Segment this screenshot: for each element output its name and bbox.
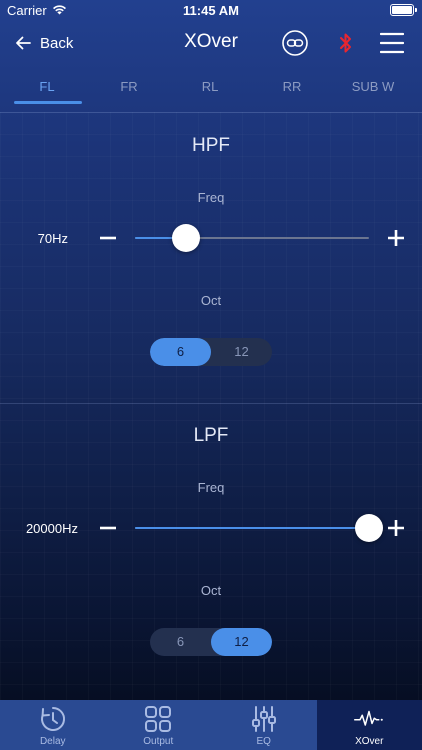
link-channels-button[interactable] <box>280 28 310 58</box>
lpf-freq-label: Freq <box>197 480 225 495</box>
lpf-slider-thumb[interactable] <box>355 514 383 542</box>
hpf-freq-label: Freq <box>197 190 225 205</box>
lpf-oct-option-6[interactable]: 6 <box>150 628 211 656</box>
hpf-oct-selector: 6 12 <box>150 338 272 366</box>
clock-time: 11:45 AM <box>183 3 239 18</box>
lpf-oct-label: Oct <box>200 583 222 598</box>
hpf-oct-option-12[interactable]: 12 <box>211 338 272 366</box>
lpf-freq-value: 20000Hz <box>25 521 78 536</box>
tabbar-xover-label: XOver <box>355 736 384 747</box>
arrow-left-icon <box>16 36 31 50</box>
tabbar-output-label: Output <box>143 736 174 747</box>
bottom-tab-bar: Delay Output EQ XOver <box>0 700 422 750</box>
back-label: Back <box>40 34 74 52</box>
menu-button[interactable] <box>377 28 407 58</box>
plus-icon <box>388 230 404 246</box>
sliders-icon <box>251 706 276 732</box>
hpf-freq-value: 70Hz <box>37 231 68 246</box>
tab-rl[interactable]: RL <box>169 72 251 102</box>
lpf-oct-option-12[interactable]: 12 <box>211 628 272 656</box>
channel-tabs: FL FR RL RR SUB W <box>0 72 422 112</box>
lpf-decrease-button[interactable] <box>95 515 121 541</box>
lpf-increase-button[interactable] <box>383 515 409 541</box>
hpf-oct-option-6[interactable]: 6 <box>150 338 211 366</box>
tabs-divider <box>0 112 422 113</box>
bluetooth-icon <box>340 33 351 53</box>
tab-sub-w[interactable]: SUB W <box>332 72 414 102</box>
hamburger-menu-icon <box>380 32 404 54</box>
minus-icon <box>100 526 116 530</box>
hpf-title: HPF <box>192 135 230 156</box>
back-button[interactable]: Back <box>14 31 73 55</box>
clock-icon <box>40 706 65 731</box>
minus-icon <box>100 236 116 240</box>
tab-fl[interactable]: FL <box>6 72 88 102</box>
lpf-freq-slider[interactable] <box>135 514 383 542</box>
tabbar-delay-label: Delay <box>39 736 66 747</box>
tab-fr[interactable]: FR <box>88 72 170 102</box>
bluetooth-button[interactable] <box>331 28 361 58</box>
lpf-slider-fill <box>135 527 369 529</box>
hpf-slider-thumb[interactable] <box>172 224 200 252</box>
tab-rr[interactable]: RR <box>251 72 333 102</box>
hpf-decrease-button[interactable] <box>95 225 121 251</box>
plus-icon <box>388 520 404 536</box>
lpf-title: LPF <box>193 425 229 446</box>
tabbar-delay[interactable]: Delay <box>0 700 106 750</box>
tabbar-eq-label: EQ <box>256 736 271 747</box>
grid-icon <box>145 706 172 732</box>
hpf-increase-button[interactable] <box>383 225 409 251</box>
tabbar-output[interactable]: Output <box>106 700 212 750</box>
section-divider <box>0 403 422 404</box>
active-tab-indicator <box>14 101 82 104</box>
battery-icon <box>390 4 417 16</box>
waveform-icon <box>354 710 384 726</box>
hpf-oct-label: Oct <box>200 293 222 308</box>
tabbar-eq[interactable]: EQ <box>211 700 317 750</box>
tabbar-xover[interactable]: XOver <box>316 700 422 750</box>
lpf-oct-selector: 6 12 <box>150 628 272 656</box>
status-bar: Carrier 11:45 AM <box>0 0 422 22</box>
link-icon <box>282 30 308 56</box>
hpf-freq-slider[interactable] <box>135 224 369 252</box>
